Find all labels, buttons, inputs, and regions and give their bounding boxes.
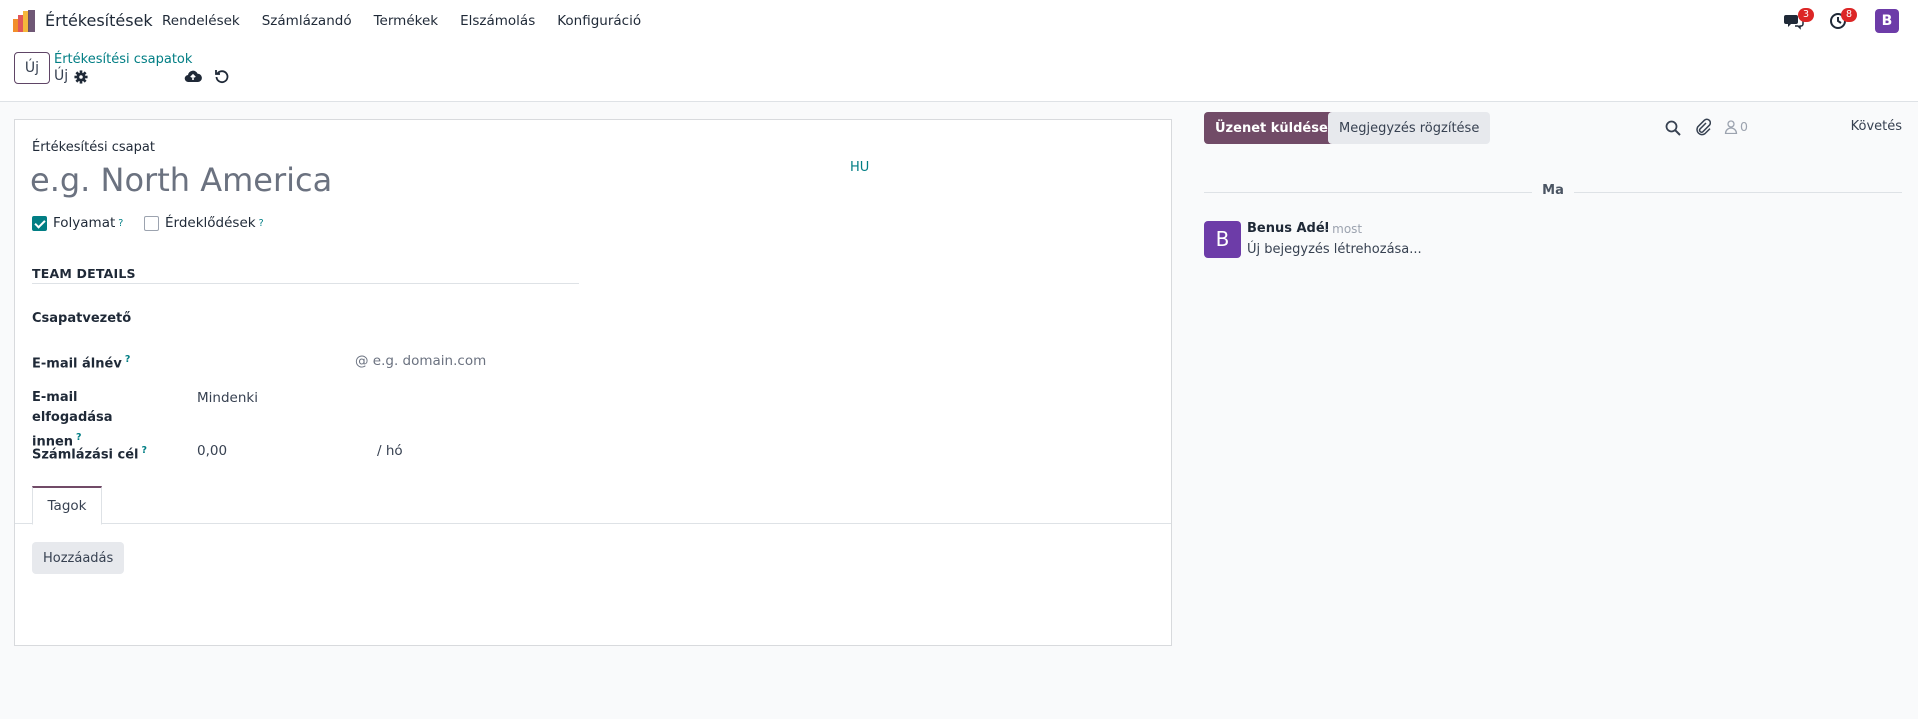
leads-checkbox[interactable] (144, 215, 159, 231)
accept-emails-select[interactable]: Mindenki (197, 390, 258, 406)
email-alias-help-icon[interactable]: ? (125, 354, 131, 365)
message-time: - most (1324, 222, 1363, 236)
tab-members[interactable]: Tagok (32, 486, 102, 525)
log-note-button[interactable]: Megjegyzés rögzítése (1328, 112, 1491, 144)
section-divider (32, 283, 579, 284)
pipeline-label: Folyamat (53, 215, 116, 231)
message-author[interactable]: Benus Adél (1247, 221, 1329, 236)
activities-badge: 8 (1841, 8, 1857, 22)
messages-button[interactable]: 3 (1784, 8, 1814, 30)
form-sheet: Értékesítési csapat HU Folyamat ? Érdekl… (14, 119, 1172, 646)
team-name-input[interactable] (30, 158, 850, 202)
new-button[interactable]: Új (14, 52, 50, 84)
pipeline-help-icon[interactable]: ? (118, 218, 123, 229)
user-avatar[interactable]: B (1875, 9, 1899, 33)
search-icon[interactable] (1665, 120, 1681, 136)
breadcrumb-current: Új (54, 68, 69, 84)
undo-icon[interactable] (214, 68, 230, 84)
top-navbar: Értékesítések Rendelések Számlázandó Ter… (0, 0, 1918, 42)
pipeline-checkbox[interactable] (32, 215, 47, 231)
message-author-avatar[interactable]: B (1204, 221, 1241, 258)
messages-badge: 3 (1798, 8, 1814, 22)
breadcrumb-parent[interactable]: Értékesítési csapatok (54, 52, 192, 67)
message-body: Új bejegyzés létrehozása... (1247, 242, 1422, 257)
invoice-target-label-text: Számlázási cél (32, 447, 139, 463)
add-member-button[interactable]: Hozzáadás (32, 542, 125, 574)
menu-item-orders[interactable]: Rendelések (162, 13, 240, 29)
sales-app-icon[interactable] (13, 10, 35, 32)
menu-item-products[interactable]: Termékek (374, 13, 439, 29)
invoice-target-input[interactable]: 0,00 (197, 443, 227, 459)
menu-item-configuration[interactable]: Konfiguráció (557, 13, 641, 29)
cloud-upload-icon[interactable] (184, 68, 202, 84)
date-separator: Ma (1532, 183, 1574, 198)
email-alias-label-text: E-mail álnév (32, 356, 122, 372)
invoice-target-label: Számlázási cél? (32, 441, 147, 465)
leads-label: Érdeklődések (165, 215, 256, 231)
main-menu: Rendelések Számlázandó Termékek Elszámol… (162, 13, 663, 29)
email-alias-label: E-mail álnév? (32, 350, 130, 374)
leads-checkbox-row[interactable]: Érdeklődések ? (144, 215, 264, 231)
followers-count: 0 (1740, 119, 1748, 134)
leads-help-icon[interactable]: ? (259, 218, 264, 229)
paperclip-icon[interactable] (1695, 118, 1711, 136)
gear-icon[interactable] (74, 70, 88, 84)
menu-item-to-invoice[interactable]: Számlázandó (262, 13, 352, 29)
language-toggle[interactable]: HU (850, 160, 869, 175)
email-alias-input[interactable] (355, 350, 575, 372)
pipeline-checkbox-row[interactable]: Folyamat ? (32, 215, 123, 231)
team-name-label: Értékesítési csapat (32, 140, 155, 155)
invoice-target-help-icon[interactable]: ? (142, 445, 148, 456)
team-leader-input[interactable] (196, 307, 576, 331)
followers-button[interactable]: 0 (1724, 119, 1748, 134)
follow-button[interactable]: Követés (1851, 119, 1902, 134)
app-name[interactable]: Értékesítések (45, 11, 153, 30)
team-leader-label: Csapatvezető (32, 311, 132, 326)
send-message-button[interactable]: Üzenet küldése (1204, 112, 1339, 144)
user-icon (1724, 119, 1738, 134)
notebook-tabs: Tagok (15, 486, 1171, 525)
menu-item-reporting[interactable]: Elszámolás (460, 13, 535, 29)
control-panel: Új Értékesítési csapatok Új (0, 42, 1918, 102)
activities-button[interactable]: 8 (1829, 8, 1857, 30)
section-title-team-details: TEAM DETAILS (32, 266, 136, 281)
invoice-target-unit: / hó (377, 443, 403, 459)
